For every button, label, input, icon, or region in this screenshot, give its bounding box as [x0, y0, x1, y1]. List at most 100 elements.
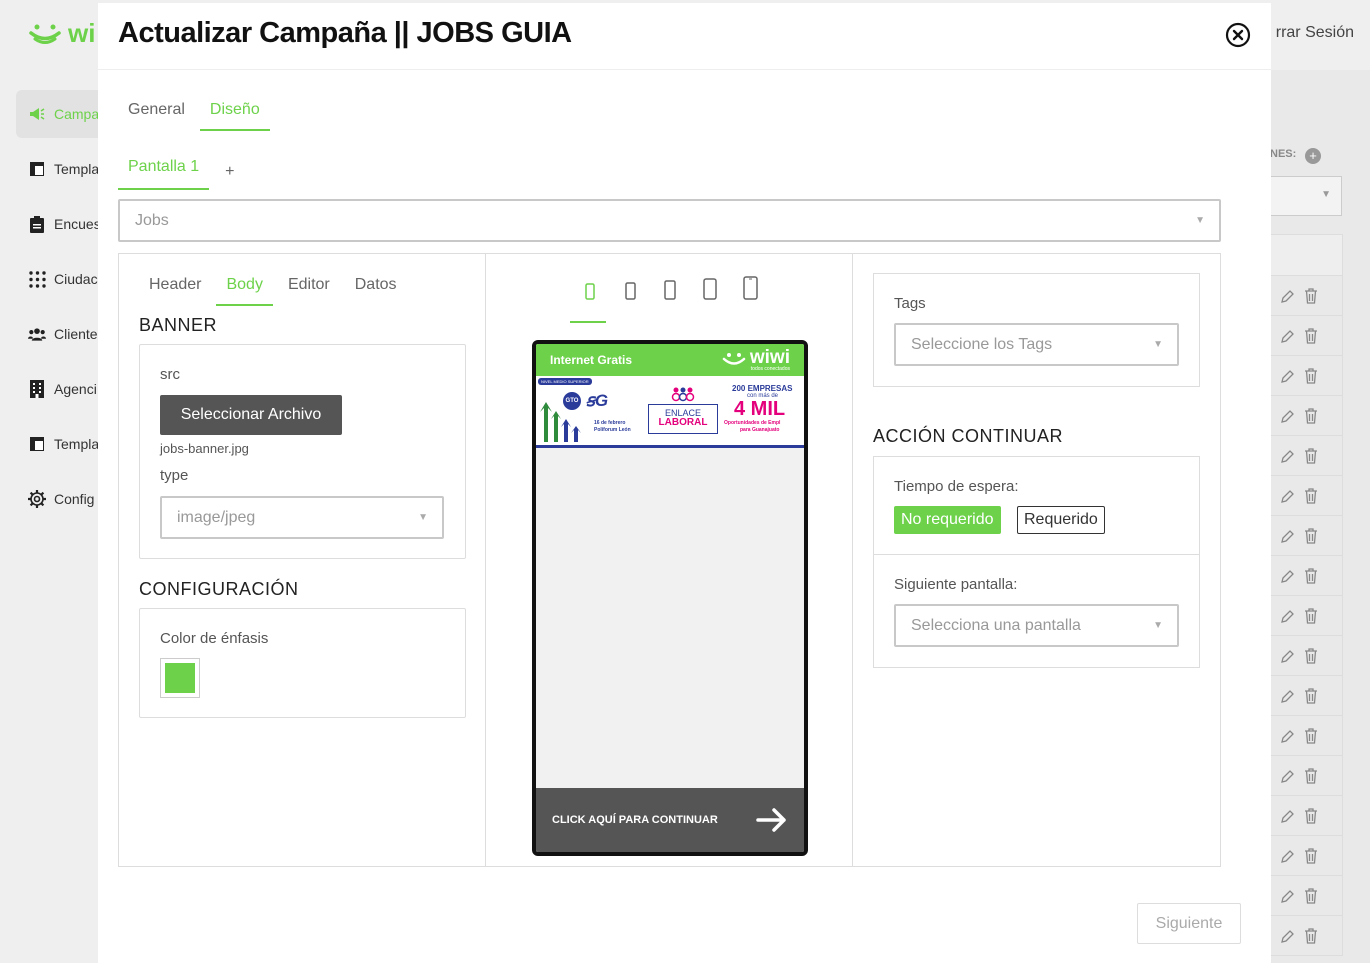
accent-color-picker[interactable] [160, 658, 200, 698]
pencil-icon[interactable] [1280, 488, 1294, 504]
table-row-actions [1270, 476, 1343, 516]
tags-select[interactable]: Seleccione los Tags ▼ [894, 323, 1179, 366]
sidebar: Campa Templa Encues Ciudac Cliente Agenc… [0, 70, 136, 963]
trash-icon[interactable] [1304, 727, 1318, 744]
pencil-icon[interactable] [1280, 888, 1294, 904]
not-required-button[interactable]: No requerido [894, 506, 1001, 534]
preview-continue-button[interactable]: CLICK AQUÍ PARA CONTINUAR [536, 788, 804, 852]
trash-icon[interactable] [1304, 287, 1318, 304]
settings-column: Tags Seleccione los Tags ▼ ACCIÓN CONTIN… [853, 254, 1220, 866]
trash-icon[interactable] [1304, 487, 1318, 504]
file-name: jobs-banner.jpg [160, 441, 249, 456]
type-select[interactable]: image/jpeg ▼ [160, 496, 444, 539]
table-row-actions [1270, 556, 1343, 596]
guanajuato-logo: ꞩG [586, 391, 609, 410]
pencil-icon[interactable] [1280, 928, 1294, 944]
sidebar-item-label: Config [54, 491, 95, 507]
chevron-down-icon: ▼ [1153, 620, 1163, 631]
add-icon[interactable]: + [1305, 148, 1321, 164]
enlace-laboral-logo: ENLACE LABORAL [648, 404, 718, 434]
trash-icon[interactable] [1304, 607, 1318, 624]
phone-preview: Internet Gratis wiwi todos conectados NI… [532, 340, 808, 856]
trash-icon[interactable] [1304, 927, 1318, 944]
megaphone-icon [28, 105, 46, 123]
required-button[interactable]: Requerido [1017, 506, 1105, 534]
phone-medium-icon [664, 280, 676, 300]
table-row-actions [1270, 916, 1343, 956]
trash-icon[interactable] [1304, 527, 1318, 544]
tab-design[interactable]: Diseño [199, 95, 270, 131]
device-phone-large-button[interactable] [690, 278, 730, 300]
table-row-actions [1270, 716, 1343, 756]
table-header [1270, 234, 1343, 276]
sidebar-item-label: Campa [54, 106, 100, 122]
trash-icon[interactable] [1304, 327, 1318, 344]
divider [874, 554, 1199, 555]
sidebar-item-label: Templa [54, 436, 100, 452]
tab-data[interactable]: Datos [345, 272, 407, 306]
chevron-down-icon: ▼ [418, 512, 428, 523]
close-icon[interactable] [1225, 22, 1251, 48]
pencil-icon[interactable] [1280, 368, 1294, 384]
trash-icon[interactable] [1304, 367, 1318, 384]
next-screen-select[interactable]: Selecciona una pantalla ▼ [894, 604, 1179, 647]
preview-column: Internet Gratis wiwi todos conectados NI… [486, 254, 853, 866]
trash-icon[interactable] [1304, 767, 1318, 784]
table-row-actions [1270, 276, 1343, 316]
select-file-button[interactable]: Seleccionar Archivo [160, 395, 342, 435]
preview-header: Internet Gratis wiwi todos conectados [536, 344, 804, 376]
app-logo[interactable]: wi [28, 18, 95, 49]
add-screen-button[interactable]: + [225, 163, 234, 181]
wiwi-logo-icon [29, 24, 61, 44]
pencil-icon[interactable] [1280, 448, 1294, 464]
template-select[interactable]: Jobs ▼ [118, 199, 1221, 242]
pencil-icon[interactable] [1280, 408, 1294, 424]
device-small-phone-button[interactable] [570, 283, 610, 300]
tab-general[interactable]: General [118, 95, 195, 131]
tab-body[interactable]: Body [216, 272, 273, 306]
background-select[interactable]: ▼ [1270, 176, 1342, 216]
properties-column: Header Body Editor Datos BANNER src Sele… [119, 254, 486, 866]
pencil-icon[interactable] [1280, 728, 1294, 744]
table-row-actions [1270, 756, 1343, 796]
logout-link[interactable]: rrar Sesión [1276, 24, 1354, 42]
actions-label: NES: [1270, 148, 1297, 160]
pencil-icon[interactable] [1280, 848, 1294, 864]
pencil-icon[interactable] [1280, 768, 1294, 784]
trash-icon[interactable] [1304, 407, 1318, 424]
trash-icon[interactable] [1304, 647, 1318, 664]
pencil-icon[interactable] [1280, 568, 1294, 584]
chevron-down-icon: ▼ [1321, 189, 1331, 200]
banner-guanajuato: para Guanajuato [740, 427, 780, 433]
tab-header[interactable]: Header [139, 272, 211, 306]
laboral-text: LABORAL [658, 417, 708, 428]
pencil-icon[interactable] [1280, 608, 1294, 624]
banner-date: 16 de febrero [594, 420, 626, 426]
tab-editor[interactable]: Editor [278, 272, 340, 306]
device-phone-button[interactable] [610, 282, 650, 300]
trash-icon[interactable] [1304, 847, 1318, 864]
preview-header-text: Internet Gratis [550, 353, 633, 367]
device-phone-xl-button[interactable] [730, 276, 770, 300]
table-row-actions [1270, 316, 1343, 356]
pencil-icon[interactable] [1280, 648, 1294, 664]
banner-card: src Seleccionar Archivo jobs-banner.jpg … [139, 344, 466, 559]
trash-icon[interactable] [1304, 567, 1318, 584]
pencil-icon[interactable] [1280, 808, 1294, 824]
logo-text: wi [68, 18, 96, 48]
trash-icon[interactable] [1304, 447, 1318, 464]
tags-select-placeholder: Seleccione los Tags [911, 336, 1053, 353]
type-label: type [160, 467, 189, 484]
pencil-icon[interactable] [1280, 328, 1294, 344]
device-phone-medium-button[interactable] [650, 280, 690, 300]
tab-screen-1[interactable]: Pantalla 1 [118, 153, 210, 190]
pencil-icon[interactable] [1280, 528, 1294, 544]
gto-logo: GTO [563, 392, 581, 410]
pencil-icon[interactable] [1280, 288, 1294, 304]
trash-icon[interactable] [1304, 687, 1318, 704]
pencil-icon[interactable] [1280, 688, 1294, 704]
trash-icon[interactable] [1304, 807, 1318, 824]
trash-icon[interactable] [1304, 887, 1318, 904]
next-button[interactable]: Siguiente [1137, 903, 1241, 944]
update-campaign-modal: Actualizar Campaña || JOBS GUIA General … [98, 3, 1271, 963]
